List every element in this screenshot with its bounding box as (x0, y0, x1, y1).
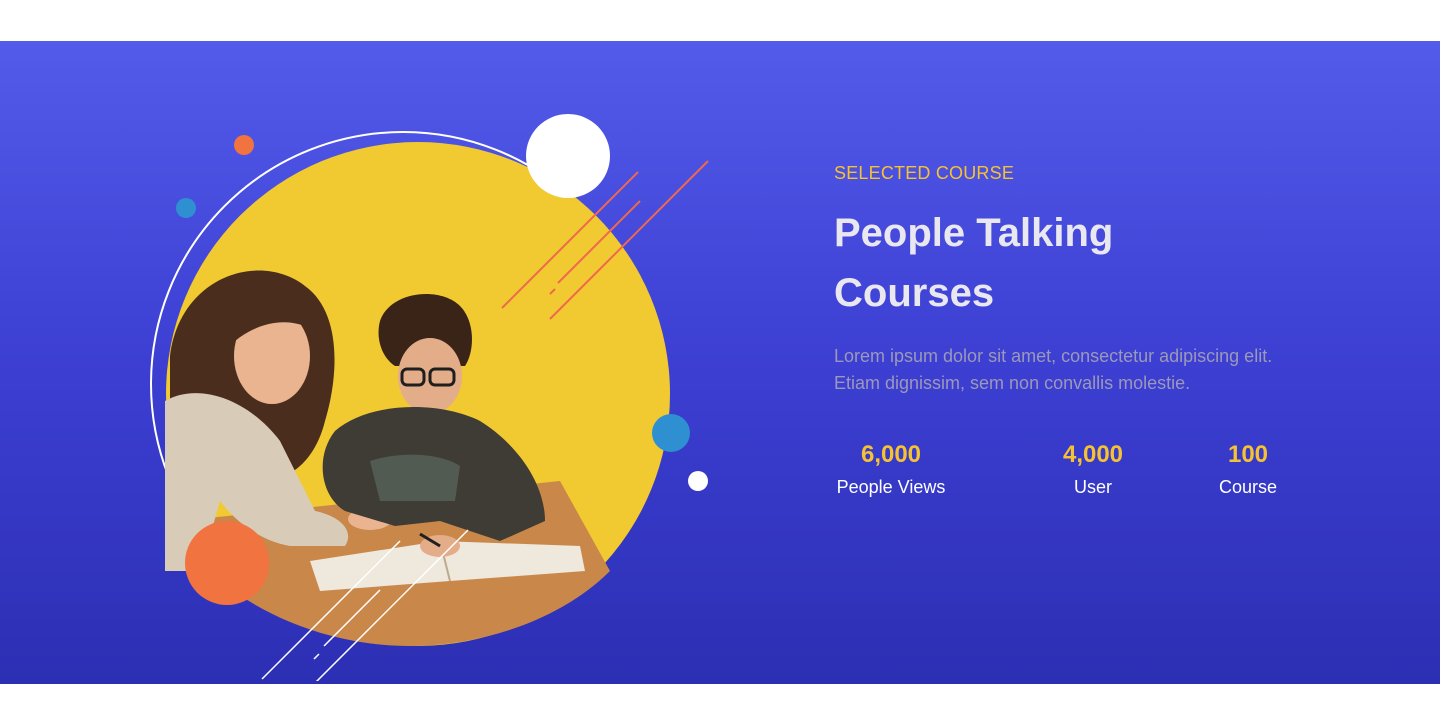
orange-ball-decoration (185, 521, 269, 605)
stat-label: People Views (836, 477, 946, 497)
blue-ball-decoration (652, 414, 690, 452)
course-stats: 6,000 People Views 4,000 User 100 Course (834, 441, 1284, 501)
stat-label: Course (1218, 477, 1278, 497)
orange-dot-decoration (234, 135, 254, 155)
stat-course: 100 Course (1214, 441, 1282, 499)
course-hero-section: SELECTED COURSE People Talking Courses L… (0, 41, 1440, 684)
stat-user: 4,000 User (1056, 441, 1130, 499)
stat-value: 4,000 (1062, 441, 1124, 468)
stat-label: User (1073, 477, 1112, 497)
course-title: People Talking Courses (834, 211, 1114, 315)
white-ball-decoration (526, 114, 610, 198)
white-dot-decoration (688, 471, 708, 491)
stat-value: 100 (1227, 441, 1269, 468)
blue-dot-decoration (176, 198, 196, 218)
course-illustration (140, 101, 740, 681)
stat-people-views: 6,000 People Views (834, 441, 948, 499)
course-description: Lorem ipsum dolor sit amet, consectetur … (834, 346, 1273, 393)
section-eyebrow: SELECTED COURSE (834, 163, 1015, 183)
course-content: SELECTED COURSE People Talking Courses L… (834, 161, 1304, 501)
stat-value: 6,000 (860, 441, 922, 468)
students-studying-image (150, 114, 709, 681)
